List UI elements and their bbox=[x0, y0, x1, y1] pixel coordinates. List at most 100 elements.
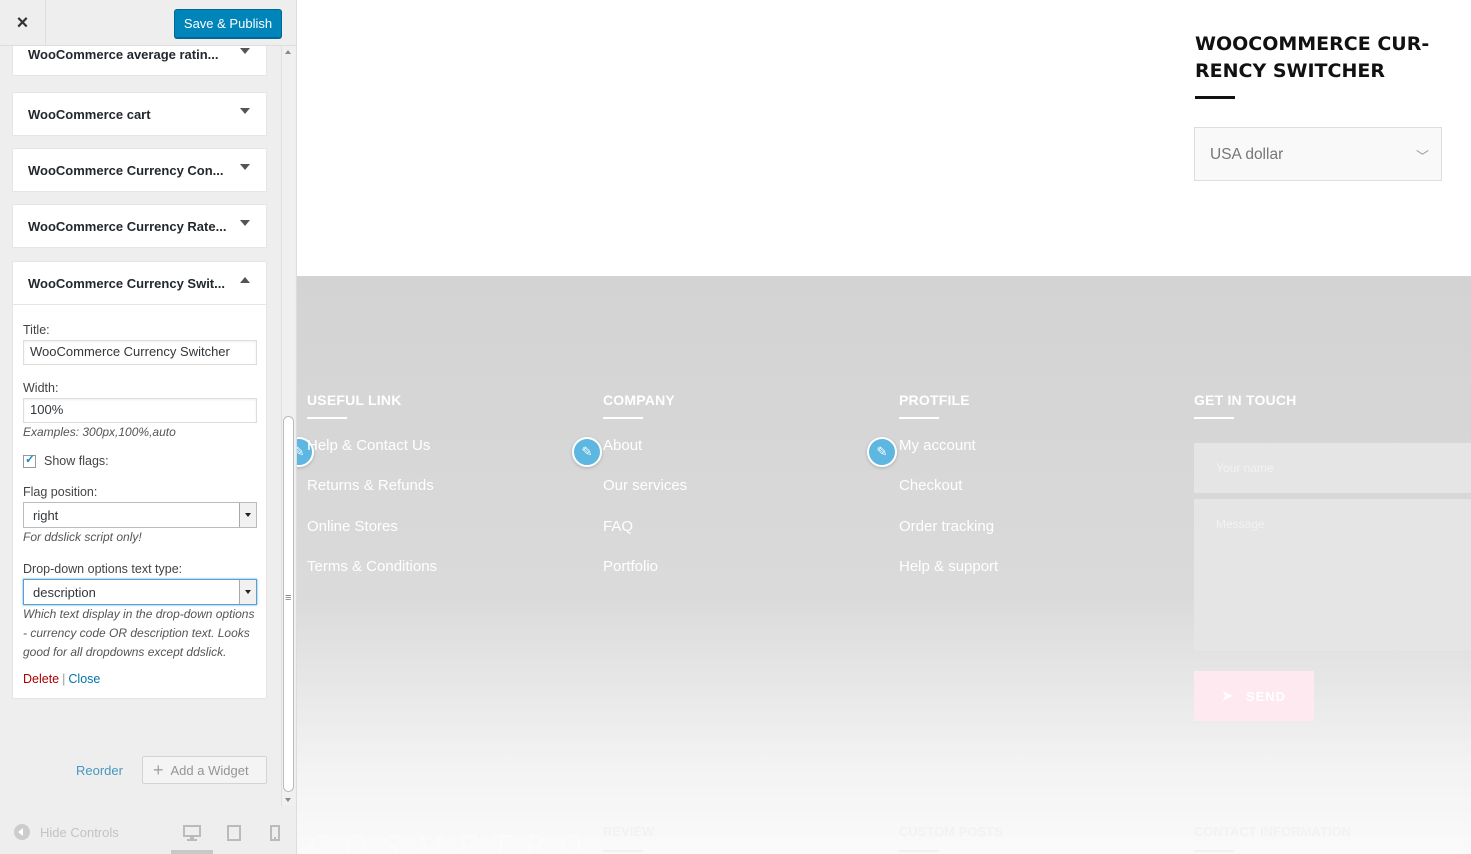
add-widget-button[interactable]: + Add a Widget bbox=[142, 756, 267, 784]
footer-link[interactable]: Checkout bbox=[899, 477, 962, 494]
link-separator: | bbox=[62, 672, 66, 687]
tablet-icon[interactable] bbox=[227, 825, 241, 844]
site-footer: ✎ ✎ ✎ USEFUL LINK Help & Contact Us Retu… bbox=[297, 276, 1471, 854]
column-underline bbox=[899, 850, 939, 852]
collapse-icon bbox=[14, 824, 30, 840]
customizer-sidebar: × Save & Publish WooCommerce average rat… bbox=[0, 0, 297, 854]
dropdown-type-value: description bbox=[33, 585, 96, 601]
widget-header[interactable]: WooCommerce cart bbox=[13, 93, 266, 135]
widget-header[interactable]: WooCommerce Currency Con... bbox=[13, 149, 266, 191]
footer-link[interactable]: Order tracking bbox=[899, 518, 994, 535]
plus-icon: + bbox=[153, 759, 164, 780]
delete-link[interactable]: Delete bbox=[23, 672, 59, 686]
title-label: Title: bbox=[23, 323, 50, 337]
scroll-up-icon[interactable] bbox=[285, 50, 291, 54]
site-preview: WOOCOMMERCE CUR-RENCY SWITCHER USA dolla… bbox=[297, 0, 1471, 854]
widget-item[interactable]: WooCommerce cart bbox=[12, 92, 267, 136]
widget-title: WooCommerce Currency Rate... bbox=[28, 218, 227, 234]
widget-title: WooCommerce Currency Con... bbox=[28, 162, 224, 178]
column-underline bbox=[603, 850, 643, 852]
flag-hint: For ddslick script only! bbox=[23, 530, 142, 545]
send-button[interactable]: ➤ SEND bbox=[1194, 671, 1314, 721]
footer-column-profile: PROTFILE bbox=[899, 392, 970, 419]
hide-controls-label: Hide Controls bbox=[40, 824, 119, 840]
flag-position-label: Flag position: bbox=[23, 485, 98, 500]
preview-content-area: WOOCOMMERCE CUR-RENCY SWITCHER USA dolla… bbox=[297, 0, 1471, 276]
column-underline bbox=[603, 417, 643, 419]
show-flags-checkbox[interactable] bbox=[23, 452, 36, 469]
close-link[interactable]: Close bbox=[68, 672, 100, 686]
footer-link[interactable]: Terms & Conditions bbox=[307, 558, 437, 575]
column-title: GET IN TOUCH bbox=[1194, 392, 1297, 408]
chevron-down-icon[interactable] bbox=[240, 164, 250, 170]
footer-link[interactable]: FAQ bbox=[603, 518, 633, 535]
sidebar-footer: Hide Controls bbox=[0, 806, 296, 854]
dropdown-arrow-icon[interactable] bbox=[239, 503, 256, 528]
width-label: Width: bbox=[23, 381, 59, 395]
save-publish-button[interactable]: Save & Publish bbox=[174, 9, 282, 38]
mobile-icon[interactable] bbox=[270, 825, 280, 844]
currency-select[interactable]: USA dollar ﹀ bbox=[1194, 127, 1442, 181]
footer-link[interactable]: About bbox=[603, 437, 642, 454]
chevron-down-icon: ﹀ bbox=[1415, 149, 1429, 164]
column-underline bbox=[307, 417, 347, 419]
footer-link[interactable]: Help & Contact Us bbox=[307, 437, 430, 454]
widget-item[interactable]: WooCommerce Currency Rate... bbox=[12, 204, 267, 248]
chevron-down-icon[interactable] bbox=[240, 48, 250, 54]
scrollbar-thumb[interactable] bbox=[283, 416, 294, 792]
desktop-icon[interactable] bbox=[183, 825, 201, 844]
column-title: COMPANY bbox=[603, 392, 675, 408]
sidebar-header: × Save & Publish bbox=[0, 0, 296, 46]
hide-controls-button[interactable]: Hide Controls bbox=[14, 824, 119, 840]
close-customizer-button[interactable]: × bbox=[0, 0, 46, 46]
message-textarea[interactable]: Message bbox=[1194, 499, 1471, 651]
footer-link[interactable]: Help & support bbox=[899, 558, 998, 575]
footer-link[interactable]: Online Stores bbox=[307, 518, 398, 535]
chevron-down-icon[interactable] bbox=[240, 220, 250, 226]
footer-column-get-in-touch: GET IN TOUCH bbox=[1194, 392, 1296, 419]
contact-information-title: CONTACT INFORMATION bbox=[1194, 824, 1351, 839]
title-underline bbox=[1195, 96, 1235, 99]
footer-column-useful-link: USEFUL LINK bbox=[307, 392, 402, 419]
column-title: PROTFILE bbox=[899, 392, 970, 408]
widget-item-expanded[interactable]: WooCommerce Currency Swit... Title: WooC… bbox=[12, 261, 267, 700]
scroll-down-icon[interactable] bbox=[285, 798, 291, 802]
flag-position-select[interactable]: right bbox=[23, 502, 257, 529]
name-input[interactable]: Your name bbox=[1194, 443, 1471, 493]
edit-shortcut-pencil-icon[interactable]: ✎ bbox=[867, 437, 897, 467]
footer-link[interactable]: Returns & Refunds bbox=[307, 477, 434, 494]
dropdown-type-select[interactable]: description bbox=[23, 579, 257, 606]
footer-column-company: COMPANY bbox=[603, 392, 675, 419]
footer-link[interactable]: Our services bbox=[603, 477, 687, 494]
dropdown-arrow-icon[interactable] bbox=[239, 580, 256, 605]
widget-title: WooCommerce average ratin... bbox=[28, 46, 219, 62]
close-icon: × bbox=[16, 11, 29, 34]
width-input[interactable]: 100% bbox=[23, 398, 257, 423]
widget-item[interactable]: WooCommerce average ratin... bbox=[12, 46, 267, 76]
column-title: USEFUL LINK bbox=[307, 392, 402, 408]
width-hint: Examples: 300px,100%,auto bbox=[23, 425, 176, 439]
sidebar-scrollbar[interactable] bbox=[281, 46, 295, 806]
widget-title: WooCommerce cart bbox=[28, 106, 151, 122]
footer-link[interactable]: My account bbox=[899, 437, 976, 454]
chevron-down-icon[interactable] bbox=[240, 108, 250, 114]
column-underline bbox=[1194, 850, 1234, 852]
edit-shortcut-pencil-icon[interactable]: ✎ bbox=[572, 437, 602, 467]
widget-list: WooCommerce average ratin... WooCommerce… bbox=[0, 46, 280, 806]
reorder-link[interactable]: Reorder bbox=[76, 763, 123, 778]
review-title: REVIEW bbox=[603, 824, 655, 839]
footer-link[interactable]: Portfolio bbox=[603, 558, 658, 575]
widget-header[interactable]: WooCommerce average ratin... bbox=[13, 46, 266, 75]
widget-title: WooCommerce Currency Swit... bbox=[28, 275, 225, 291]
active-device-indicator bbox=[171, 850, 213, 854]
dropdown-hint: Which text display in the drop-down opti… bbox=[23, 607, 255, 660]
chevron-up-icon[interactable] bbox=[240, 277, 250, 283]
widget-header[interactable]: WooCommerce Currency Rate... bbox=[13, 205, 266, 247]
widget-item[interactable]: WooCommerce Currency Con... bbox=[12, 148, 267, 192]
title-input[interactable]: WooCommerce Currency Switcher bbox=[23, 340, 257, 365]
show-flags-row: Show flags: bbox=[23, 452, 256, 469]
custom-posts-title: CUSTOM POSTS bbox=[899, 824, 1003, 839]
site-logo[interactable]: COSMETRO bbox=[309, 830, 596, 854]
currency-selected-value: USA dollar bbox=[1210, 146, 1284, 163]
widget-header[interactable]: WooCommerce Currency Swit... bbox=[13, 262, 266, 304]
